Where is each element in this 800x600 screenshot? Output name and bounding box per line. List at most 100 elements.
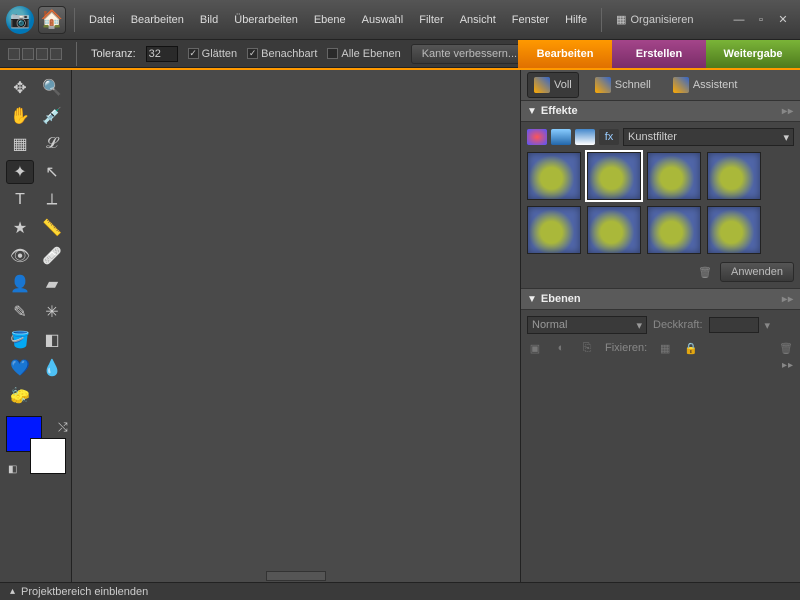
tab-full[interactable]: Voll xyxy=(527,72,579,98)
effect-thumb[interactable] xyxy=(647,152,701,200)
default-colors-icon[interactable]: ◧ xyxy=(8,464,17,475)
sel-int-icon[interactable] xyxy=(50,48,62,60)
selection-mode-swatches[interactable] xyxy=(8,48,62,60)
menu-enhance[interactable]: Überarbeiten xyxy=(228,10,304,30)
menu-window[interactable]: Fenster xyxy=(506,10,555,30)
fx-icon[interactable]: fx xyxy=(599,129,619,145)
trash-icon[interactable]: 🗑 xyxy=(698,266,712,279)
tool-eraser[interactable]: ▰ xyxy=(38,272,66,296)
separator xyxy=(601,8,602,32)
tool-hand[interactable]: ✋ xyxy=(6,104,34,128)
tool-straighten[interactable]: 📏 xyxy=(38,216,66,240)
canvas-area[interactable] xyxy=(72,70,520,582)
menu-layer[interactable]: Ebene xyxy=(308,10,352,30)
menu-edit[interactable]: Bearbeiten xyxy=(125,10,190,30)
tool-heal[interactable]: 🩹 xyxy=(38,244,66,268)
panel-menu-icon[interactable]: ▸▸ xyxy=(782,106,794,117)
menu-select[interactable]: Auswahl xyxy=(356,10,410,30)
refine-edge-button[interactable]: Kante verbessern... xyxy=(411,44,528,64)
canvas-scrollbar[interactable] xyxy=(266,571,326,581)
lock-pixels-icon[interactable]: ▦ xyxy=(657,340,673,356)
tool-eyedrop[interactable]: 💉 xyxy=(38,104,66,128)
menu-help[interactable]: Hilfe xyxy=(559,10,593,30)
smooth-checkbox[interactable]: ✓Glätten xyxy=(188,48,237,60)
project-bin-toggle[interactable]: Projektbereich einblenden xyxy=(21,586,148,598)
effect-thumbnails xyxy=(527,152,794,254)
effects-title: Effekte xyxy=(541,105,578,117)
new-layer-icon[interactable]: ▣ xyxy=(527,340,543,356)
link-icon[interactable]: ⎘ xyxy=(579,340,595,356)
tool-shape[interactable]: 💙 xyxy=(6,356,34,380)
effect-thumb[interactable] xyxy=(647,206,701,254)
tool-zoom[interactable]: 🔍 xyxy=(38,76,66,100)
tool-lasso[interactable]: 𝓛 xyxy=(38,132,66,156)
tool-crop[interactable]: ⟂ xyxy=(38,188,66,212)
minimize-button[interactable]: — xyxy=(732,13,746,27)
effect-thumb[interactable] xyxy=(527,152,581,200)
tool-sponge[interactable]: 🧽 xyxy=(6,384,34,408)
trash-icon[interactable]: 🗑 xyxy=(778,340,794,356)
mode-tab-share[interactable]: Weitergabe xyxy=(706,40,800,68)
effects-panel-header[interactable]: ▼ Effekte ▸▸ xyxy=(521,100,800,122)
tool-blur[interactable]: 💧 xyxy=(38,356,66,380)
tool-move[interactable]: ✥ xyxy=(6,76,34,100)
contiguous-checkbox[interactable]: ✓Benachbart xyxy=(247,48,317,60)
adjustment-icon[interactable]: ◐ xyxy=(553,340,569,356)
effect-thumb[interactable] xyxy=(587,152,641,200)
menu-filter[interactable]: Filter xyxy=(413,10,449,30)
blend-mode-select[interactable]: Normal▾ xyxy=(527,316,647,334)
lock-all-icon[interactable]: 🔒 xyxy=(683,340,699,356)
menu-view[interactable]: Ansicht xyxy=(454,10,502,30)
chevron-down-icon: ▼ xyxy=(527,106,537,117)
swap-colors-icon[interactable]: ⤭ xyxy=(58,420,68,435)
panel-menu-icon[interactable]: ▸▸ xyxy=(782,360,794,371)
organize-button[interactable]: ▦ Organisieren xyxy=(610,9,699,30)
effect-thumb[interactable] xyxy=(707,152,761,200)
grid-icon: ▦ xyxy=(616,13,626,26)
sel-sub-icon[interactable] xyxy=(36,48,48,60)
tool-brush[interactable]: ✎ xyxy=(6,300,34,324)
menu-image[interactable]: Bild xyxy=(194,10,224,30)
tool-marquee[interactable]: ▦ xyxy=(6,132,34,156)
apply-button[interactable]: Anwenden xyxy=(720,262,794,282)
panel-menu-icon[interactable]: ▸▸ xyxy=(782,294,794,305)
opacity-input[interactable] xyxy=(709,317,759,333)
effect-thumb[interactable] xyxy=(587,206,641,254)
effects-icon[interactable] xyxy=(575,129,595,145)
tool-quick-sel[interactable]: ↖ xyxy=(38,160,66,184)
tab-quick[interactable]: Schnell xyxy=(589,73,657,97)
tool-bucket[interactable]: 🪣 xyxy=(6,328,34,352)
layers-panel-header[interactable]: ▼ Ebenen ▸▸ xyxy=(521,288,800,310)
effect-category-select[interactable]: Kunstfilter▾ xyxy=(623,128,794,146)
sel-new-icon[interactable] xyxy=(8,48,20,60)
maximize-button[interactable]: ▫ xyxy=(754,13,768,27)
tool-wand[interactable]: ✦ xyxy=(6,160,34,184)
tool-smart[interactable]: ✳ xyxy=(38,300,66,324)
chevron-down-icon[interactable]: ▾ xyxy=(765,319,771,332)
tool-redeye[interactable]: 👁 xyxy=(6,244,34,268)
tool-type[interactable]: T xyxy=(6,188,34,212)
menu-file[interactable]: Datei xyxy=(83,10,121,30)
organize-label: Organisieren xyxy=(630,14,693,26)
tolerance-input[interactable] xyxy=(146,46,178,62)
tool-gradient[interactable]: ◧ xyxy=(38,328,66,352)
close-button[interactable]: ✕ xyxy=(776,13,790,27)
mode-tab-create[interactable]: Erstellen xyxy=(612,40,706,68)
tool-clone[interactable]: 👤 xyxy=(6,272,34,296)
effect-thumb[interactable] xyxy=(707,206,761,254)
styles-icon[interactable] xyxy=(551,129,571,145)
workspace: ✥🔍✋💉▦𝓛✦↖T⟂★📏👁🩹👤▰✎✳🪣◧💙💧🧽⤭◧ Voll Schnell A… xyxy=(0,68,800,582)
sel-add-icon[interactable] xyxy=(22,48,34,60)
chevron-up-icon[interactable]: ▴ xyxy=(10,586,15,597)
mode-tab-edit[interactable]: Bearbeiten xyxy=(518,40,612,68)
filters-icon[interactable] xyxy=(527,129,547,145)
background-color[interactable] xyxy=(30,438,66,474)
menubar: 📷 🏠 Datei Bearbeiten Bild Überarbeiten E… xyxy=(0,0,800,40)
all-layers-checkbox[interactable]: Alle Ebenen xyxy=(327,48,400,60)
home-button[interactable]: 🏠 xyxy=(38,6,66,34)
toolbox: ✥🔍✋💉▦𝓛✦↖T⟂★📏👁🩹👤▰✎✳🪣◧💙💧🧽⤭◧ xyxy=(0,70,72,582)
tab-guided[interactable]: Assistent xyxy=(667,73,744,97)
tool-cookie[interactable]: ★ xyxy=(6,216,34,240)
edit-mode-tabs: Voll Schnell Assistent xyxy=(521,70,800,100)
effect-thumb[interactable] xyxy=(527,206,581,254)
